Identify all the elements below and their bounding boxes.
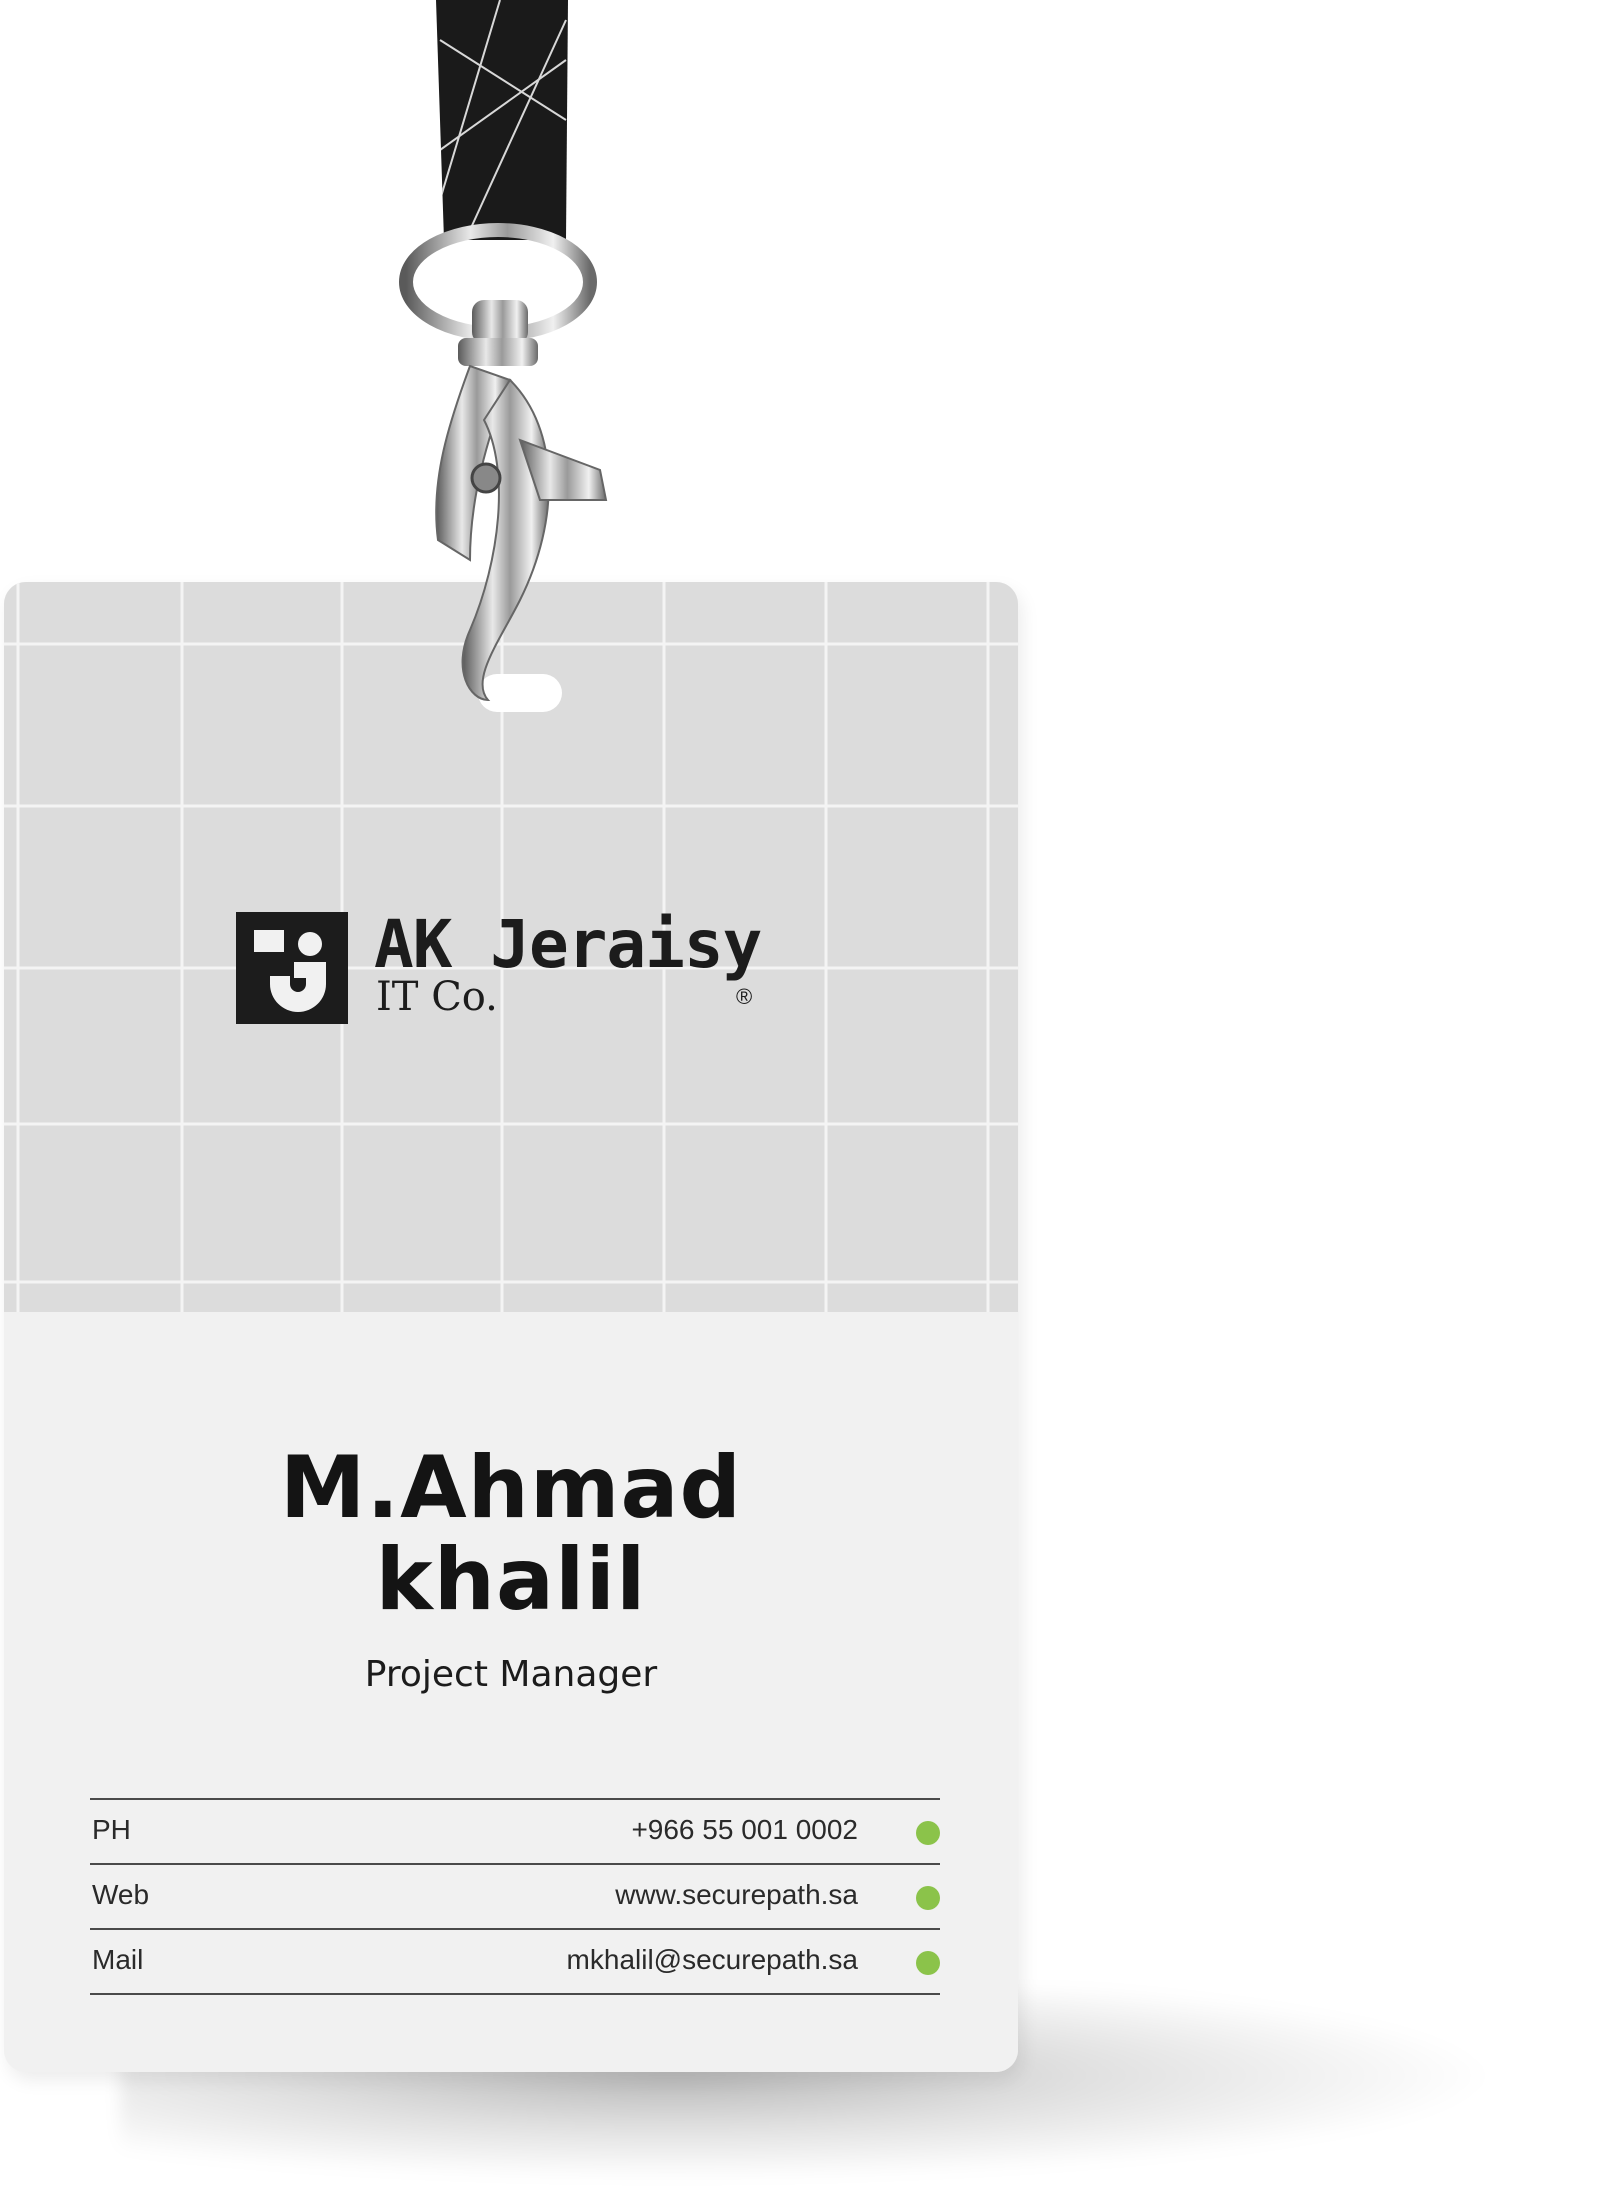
contact-row-web: Web www.securepath.sa bbox=[90, 1865, 940, 1928]
badge-header-panel: AK Jeraisy IT Co. ® bbox=[4, 582, 1018, 1312]
contact-value: mkhalil@securepath.sa bbox=[566, 1944, 858, 1975]
person-name-line1: M.Ahmad bbox=[279, 1438, 743, 1538]
contact-value: www.securepath.sa bbox=[615, 1879, 858, 1910]
contact-label: PH bbox=[92, 1814, 131, 1845]
person-title: Project Manager bbox=[364, 1654, 658, 1695]
id-badge-card: AK Jeraisy IT Co. ® M.Ahmad khalil Proje… bbox=[4, 582, 1018, 2072]
company-subline: IT Co. bbox=[376, 974, 498, 1020]
contact-list: PH +966 55 001 0002 Web www.securepath.s… bbox=[90, 1798, 940, 1995]
company-logo: AK Jeraisy IT Co. ® bbox=[236, 906, 796, 1042]
lanyard-slot bbox=[478, 674, 562, 712]
contact-label: Web bbox=[92, 1879, 150, 1910]
lanyard-strap-icon bbox=[436, 0, 568, 240]
divider bbox=[90, 1993, 940, 1995]
registered-mark: ® bbox=[736, 984, 753, 1009]
status-dot-icon bbox=[916, 1821, 940, 1845]
company-logo-mark-icon bbox=[236, 912, 348, 1024]
contact-label: Mail bbox=[92, 1944, 144, 1975]
contact-row-phone: PH +966 55 001 0002 bbox=[90, 1800, 940, 1863]
contact-value: +966 55 001 0002 bbox=[631, 1814, 858, 1845]
status-dot-icon bbox=[916, 1886, 940, 1910]
badge-mockup-scene: AK Jeraisy IT Co. ® M.Ahmad khalil Proje… bbox=[0, 0, 1619, 2188]
person-name: M.Ahmad khalil bbox=[4, 1442, 1018, 1626]
status-dot-icon bbox=[916, 1951, 940, 1975]
person-name-line2: khalil bbox=[375, 1530, 647, 1630]
company-name: AK Jeraisy bbox=[374, 906, 762, 983]
contact-row-mail: Mail mkhalil@securepath.sa bbox=[90, 1930, 940, 1993]
